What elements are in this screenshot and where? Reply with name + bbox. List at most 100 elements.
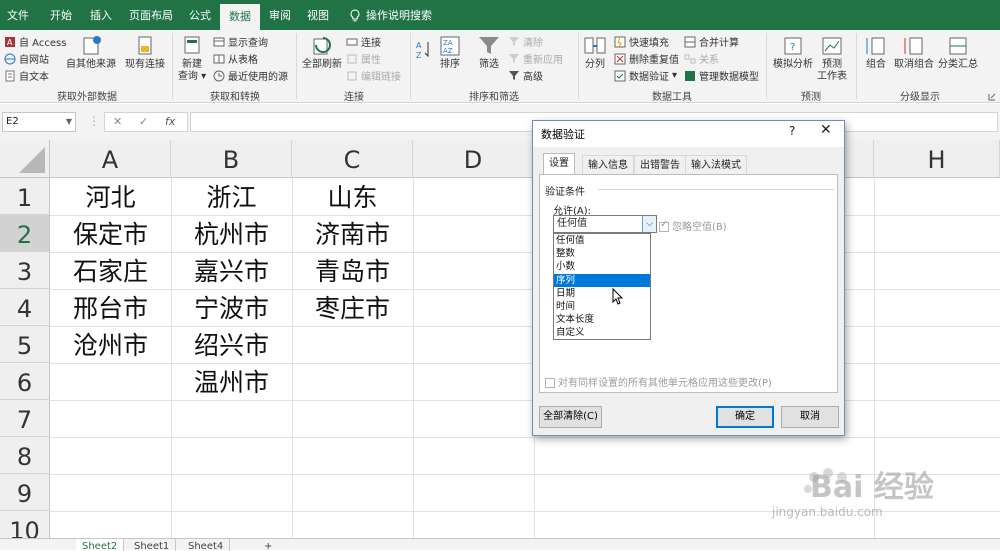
row-header-9[interactable]: 9	[0, 474, 50, 511]
show-queries-button[interactable]: 显示查询	[213, 34, 268, 49]
tab-formulas[interactable]: 公式	[184, 0, 216, 30]
name-box[interactable]: E2 ▼	[2, 112, 76, 132]
connections-button[interactable]: 连接	[346, 34, 381, 49]
from-access-button[interactable]: A 自 Access	[4, 34, 66, 49]
cell-c3[interactable]: 青岛市	[292, 252, 413, 289]
ok-button[interactable]: 确定	[716, 406, 774, 428]
remove-duplicates-button[interactable]: 删除重复值	[614, 51, 679, 66]
group-button[interactable]: 组合	[862, 34, 890, 71]
edit-links-button[interactable]: 编辑链接	[346, 68, 401, 83]
row-header-6[interactable]: 6	[0, 363, 50, 400]
column-header-c[interactable]: C	[292, 140, 413, 178]
row-header-4[interactable]: 4	[0, 289, 50, 326]
row-header-10[interactable]: 10	[0, 511, 50, 540]
filter-button[interactable]: 筛选	[474, 34, 504, 71]
row-header-7[interactable]: 7	[0, 400, 50, 437]
sort-button[interactable]: ZA AZ 排序	[436, 34, 464, 71]
cell-b4[interactable]: 宁波市	[171, 289, 292, 326]
tab-input-message[interactable]: 输入信息	[582, 155, 634, 174]
from-other-sources-button[interactable]: 自其他来源	[66, 34, 116, 71]
ungroup-button[interactable]: 取消组合	[893, 34, 935, 71]
data-validation-button[interactable]: 数据验证 ▾	[614, 68, 677, 83]
list-item[interactable]: 时间	[554, 300, 650, 313]
cell-b2[interactable]: 杭州市	[171, 215, 292, 252]
cell-b6[interactable]: 温州市	[171, 363, 292, 400]
add-sheet-button[interactable]: +	[258, 539, 278, 551]
new-query-button[interactable]: 新建 查询 ▾	[176, 34, 208, 83]
from-web-button[interactable]: 自网站	[4, 51, 49, 66]
allow-options-list[interactable]: 任何值 整数 小数 序列 日期 时间 文本长度 自定义	[553, 233, 651, 340]
row-header-2[interactable]: 2	[0, 215, 50, 252]
cell-b3[interactable]: 嘉兴市	[171, 252, 292, 289]
column-header-b[interactable]: B	[171, 140, 292, 178]
tab-home[interactable]: 开始	[44, 0, 78, 30]
row-header-3[interactable]: 3	[0, 252, 50, 289]
list-item[interactable]: 自定义	[554, 326, 650, 339]
tab-error-alert[interactable]: 出错警告	[634, 155, 686, 174]
tell-me-search[interactable]: 操作说明搜索	[366, 0, 436, 30]
column-header-d[interactable]: D	[413, 140, 534, 178]
tab-insert[interactable]: 插入	[84, 0, 118, 30]
sheet-tab-sheet2[interactable]: Sheet2	[76, 539, 125, 551]
clear-all-button[interactable]: 全部清除(C)	[539, 406, 602, 428]
manage-data-model-button[interactable]: 管理数据模型	[684, 68, 759, 83]
row-header-8[interactable]: 8	[0, 437, 50, 474]
sheet-tab-sheet4[interactable]: Sheet4	[182, 539, 231, 551]
dialog-launcher-icon[interactable]	[988, 90, 996, 101]
tab-settings[interactable]: 设置	[543, 153, 575, 175]
recent-sources-button[interactable]: 最近使用的源	[213, 68, 288, 83]
cell-a5[interactable]: 沧州市	[50, 326, 171, 363]
select-all-corner[interactable]	[0, 140, 50, 178]
existing-connections-button[interactable]: 现有连接	[122, 34, 168, 71]
cancel-icon[interactable]: ✕	[113, 115, 122, 128]
list-item[interactable]: 任何值	[554, 234, 650, 247]
refresh-all-button[interactable]: 全部刷新	[302, 34, 342, 71]
apply-to-all-checkbox[interactable]: 对有同样设置的所有其他单元格应用这些更改(P)	[545, 374, 772, 389]
close-button[interactable]: ✕	[820, 122, 832, 138]
ignore-blank-checkbox[interactable]: 忽略空值(B)	[659, 218, 727, 233]
cell-a2[interactable]: 保定市	[50, 215, 171, 252]
subtotal-button[interactable]: 分类汇总	[938, 34, 978, 71]
tab-ime-mode[interactable]: 输入法模式	[685, 155, 747, 174]
tab-page-layout[interactable]: 页面布局	[126, 0, 176, 30]
row-header-5[interactable]: 5	[0, 326, 50, 363]
advanced-filter-button[interactable]: 高级	[508, 68, 543, 83]
cell-c1[interactable]: 山东	[292, 178, 413, 215]
flash-fill-button[interactable]: 快速填充	[614, 34, 669, 49]
cell-a3[interactable]: 石家庄	[50, 252, 171, 289]
list-item-highlighted[interactable]: 序列	[554, 273, 650, 287]
list-item[interactable]: 文本长度	[554, 313, 650, 326]
clear-filter-button[interactable]: 清除	[508, 34, 543, 49]
tab-view[interactable]: 视图	[302, 0, 334, 30]
cell-a1[interactable]: 河北	[50, 178, 171, 215]
cell-c2[interactable]: 济南市	[292, 215, 413, 252]
reapply-button[interactable]: 重新应用	[508, 51, 563, 66]
cell-b1[interactable]: 浙江	[171, 178, 292, 215]
properties-button[interactable]: 属性	[346, 51, 381, 66]
relationships-button[interactable]: 关系	[684, 51, 719, 66]
tab-review[interactable]: 审阅	[264, 0, 296, 30]
cancel-button[interactable]: 取消	[781, 406, 839, 428]
what-if-analysis-button[interactable]: ? 模拟分析	[772, 34, 814, 71]
row-header-1[interactable]: 1	[0, 178, 50, 215]
sort-ascending-button[interactable]: AZ	[414, 38, 434, 62]
tab-data[interactable]: 数据	[220, 4, 260, 30]
cell-a4[interactable]: 邢台市	[50, 289, 171, 326]
cell-c4[interactable]: 枣庄市	[292, 289, 413, 326]
cell-b5[interactable]: 绍兴市	[171, 326, 292, 363]
help-button[interactable]: ?	[789, 124, 795, 138]
tab-file[interactable]: 文件	[0, 0, 36, 30]
enter-icon[interactable]: ✓	[139, 115, 148, 128]
text-to-columns-button[interactable]: 分列	[582, 34, 608, 71]
list-item[interactable]: 整数	[554, 247, 650, 260]
sheet-tab-sheet1[interactable]: Sheet1	[128, 539, 177, 551]
list-item[interactable]: 小数	[554, 260, 650, 273]
from-text-button[interactable]: 自文本	[4, 68, 49, 83]
consolidate-button[interactable]: 合并计算	[684, 34, 739, 49]
column-header-h[interactable]: H	[874, 140, 1000, 178]
list-item[interactable]: 日期	[554, 287, 650, 300]
from-table-button[interactable]: 从表格	[213, 51, 258, 66]
allow-dropdown[interactable]: 任何值 ⌵	[553, 215, 657, 233]
forecast-sheet-button[interactable]: 预测 工作表	[816, 34, 848, 83]
column-header-a[interactable]: A	[50, 140, 171, 178]
